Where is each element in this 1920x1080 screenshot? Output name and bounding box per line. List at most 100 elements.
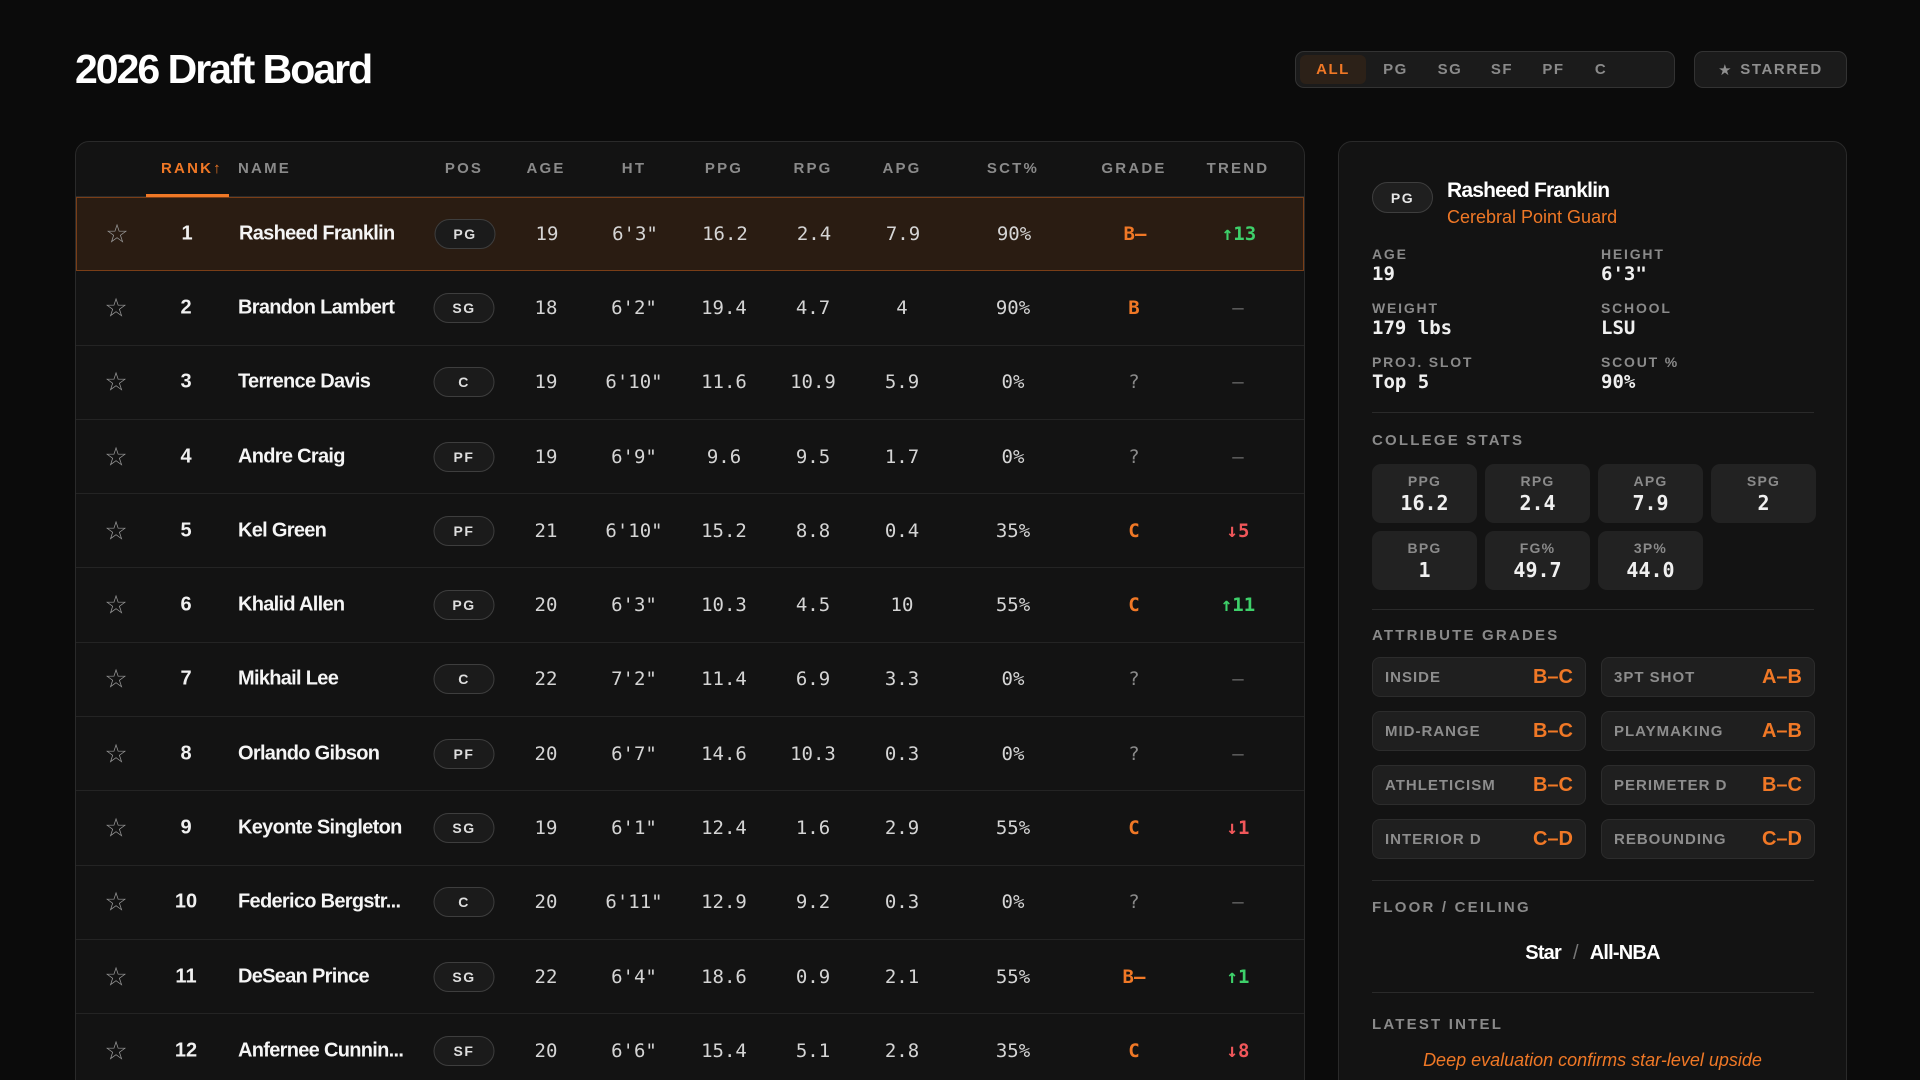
column-header-grade[interactable]: GRADE [1101, 160, 1166, 177]
attribute-grade-item: PLAYMAKING A–B [1601, 711, 1815, 751]
column-header-name[interactable]: NAME [238, 160, 291, 177]
position-badge: PF [433, 515, 495, 546]
player-name-cell[interactable]: Orlando Gibson [238, 742, 380, 765]
column-header-age[interactable]: AGE [526, 160, 565, 177]
stat-box-bpg: BPG 1 [1372, 531, 1477, 590]
star-toggle-icon[interactable]: ☆ [104, 367, 127, 398]
ppg-cell: 19.4 [701, 296, 747, 319]
stat-label: APG [1633, 472, 1668, 489]
table-row[interactable]: ☆ 4 Andre Craig PF 19 6'9" 9.6 9.5 1.7 0%? — [76, 420, 1304, 495]
trend-cell: ↑13 [1221, 223, 1257, 246]
table-row[interactable]: ☆ 11 DeSean Prince SG 22 6'4" 18.6 0.9 2.1 55% B– ↑… [76, 940, 1304, 1015]
filter-c-button[interactable]: C [1580, 55, 1622, 84]
rank-cell: 1 [181, 222, 193, 245]
age-cell: 19 [535, 223, 559, 246]
rank-cell: 3 [180, 370, 192, 393]
floor-value: Star [1525, 942, 1562, 964]
table-row[interactable]: ☆ 10 Federico Bergstr... C 20 6'11" 12.9 9.2 0.3… [76, 866, 1304, 940]
player-name-cell[interactable]: Terrence Davis [238, 371, 371, 394]
player-name-cell[interactable]: Andre Craig [238, 445, 345, 468]
star-toggle-icon[interactable]: ☆ [104, 887, 127, 918]
stat-value: 2 [1757, 490, 1770, 515]
table-row[interactable]: ☆ 1 Rasheed Franklin PG 19 6'3" 16.2 2.4 7.9 90% B… [76, 197, 1304, 272]
table-row[interactable]: ☆ 3 Terrence Davis C 19 6'10" 11.6 10.9 5.9 0%? — [76, 346, 1304, 420]
position-badge-wrap: C [433, 664, 495, 695]
player-name-cell[interactable]: Rasheed Franklin [239, 223, 395, 246]
player-name-cell[interactable]: Kel Green [238, 519, 327, 542]
column-header-scout-pct[interactable]: SCT% [987, 160, 1039, 177]
attribute-name: 3PT SHOT [1614, 668, 1696, 686]
column-header-rpg[interactable]: RPG [793, 160, 832, 177]
stat-label: SPG [1746, 472, 1781, 489]
position-badge: SG [433, 961, 495, 992]
height-cell: 7'2" [611, 668, 657, 691]
star-toggle-icon[interactable]: ☆ [104, 1035, 127, 1066]
star-toggle-icon[interactable]: ☆ [104, 961, 127, 992]
star-toggle-icon[interactable]: ☆ [104, 738, 127, 769]
column-header-apg[interactable]: APG [882, 160, 921, 177]
age-cell: 18 [534, 296, 558, 319]
grade-cell: B– [1123, 223, 1147, 246]
star-toggle-icon[interactable]: ☆ [105, 219, 128, 250]
ppg-cell: 9.6 [706, 445, 742, 468]
height-cell: 6'1" [611, 817, 657, 840]
age-cell: 22 [534, 668, 558, 691]
apg-cell: 5.9 [884, 371, 920, 394]
filter-all-button[interactable]: ALL [1300, 55, 1366, 84]
stat-box-fg-pct: FG% 49.7 [1485, 531, 1590, 590]
column-header-ppg[interactable]: PPG [705, 160, 743, 177]
position-badge-wrap: PF [433, 515, 495, 546]
grade-cell: C [1128, 817, 1140, 840]
info-value: 90% [1601, 371, 1636, 393]
grade-cell: ? [1128, 891, 1140, 914]
column-header-rank[interactable]: RANK↑ [161, 160, 223, 177]
star-toggle-icon[interactable]: ☆ [104, 515, 127, 546]
rank-cell: 9 [180, 816, 192, 839]
player-name-cell[interactable]: Mikhail Lee [238, 668, 339, 691]
grade-cell: C [1128, 594, 1140, 617]
star-toggle-icon[interactable]: ☆ [104, 813, 127, 844]
latest-intel-label: LATEST INTEL [1372, 1016, 1504, 1033]
starred-filter-button[interactable]: ★ STARRED [1694, 51, 1847, 88]
player-name-cell[interactable]: Khalid Allen [238, 594, 345, 617]
scout-pct-cell: 35% [995, 519, 1031, 542]
apg-cell: 4 [896, 296, 908, 319]
stat-label: PPG [1407, 472, 1442, 489]
table-row[interactable]: ☆ 2 Brandon Lambert SG 18 6'2" 19.4 4.7 4 90% B — [76, 271, 1304, 346]
star-toggle-icon[interactable]: ☆ [104, 441, 127, 472]
column-header-trend[interactable]: TREND [1207, 160, 1270, 177]
draft-board-table: RANK↑ NAME POS AGE HT PPG RPG APG SCT% G… [75, 141, 1305, 1080]
player-name-cell[interactable]: Anfernee Cunnin... [238, 1039, 404, 1062]
player-name-cell[interactable]: Brandon Lambert [238, 296, 395, 319]
attribute-grades-label: ATTRIBUTE GRADES [1372, 627, 1560, 644]
filter-sf-button[interactable]: SF [1477, 55, 1527, 84]
stat-label: 3P% [1633, 539, 1668, 556]
trend-cell: — [1232, 445, 1244, 468]
filter-pf-button[interactable]: PF [1529, 55, 1578, 84]
table-row[interactable]: ☆ 7 Mikhail Lee C 22 7'2" 11.4 6.9 3.3 0%? — [76, 643, 1304, 718]
attribute-grade-item: PERIMETER D B–C [1601, 765, 1815, 805]
star-toggle-icon[interactable]: ☆ [104, 664, 127, 695]
table-row[interactable]: ☆ 6 Khalid Allen PG 20 6'3" 10.3 4.5 10 55% C ↑11 [76, 569, 1304, 643]
filter-sg-button[interactable]: SG [1425, 55, 1475, 84]
position-badge-wrap: PF [433, 441, 495, 472]
column-header-height[interactable]: HT [622, 160, 646, 177]
star-toggle-icon[interactable]: ☆ [104, 590, 127, 621]
page-title: 2026 Draft Board [75, 46, 373, 92]
attribute-name: REBOUNDING [1614, 830, 1727, 848]
position-badge: C [433, 367, 495, 398]
player-name-cell[interactable]: Keyonte Singleton [238, 817, 402, 840]
table-row[interactable]: ☆ 5 Kel Green PF 21 6'10" 15.2 8.8 0.4 35% C ↓5 [76, 494, 1304, 569]
height-cell: 6'7" [611, 742, 657, 765]
table-row[interactable]: ☆ 12 Anfernee Cunnin... SF 20 6'6" 15.4 5.1 2.8 3… [76, 1014, 1304, 1080]
ppg-cell: 11.4 [701, 668, 747, 691]
column-header-pos[interactable]: POS [445, 160, 483, 177]
star-toggle-icon[interactable]: ☆ [104, 292, 127, 323]
position-badge-wrap: PF [433, 738, 495, 769]
table-row[interactable]: ☆ 9 Keyonte Singleton SG 19 6'1" 12.4 1.6 2.9 55%… [76, 791, 1304, 866]
player-name-cell[interactable]: DeSean Prince [238, 965, 370, 988]
table-row[interactable]: ☆ 8 Orlando Gibson PF 20 6'7" 14.6 10.3 0.3 0%? — [76, 717, 1304, 792]
filter-pg-button[interactable]: PG [1368, 55, 1423, 84]
grade-cell: ? [1128, 371, 1140, 394]
player-name-cell[interactable]: Federico Bergstr... [238, 891, 401, 914]
